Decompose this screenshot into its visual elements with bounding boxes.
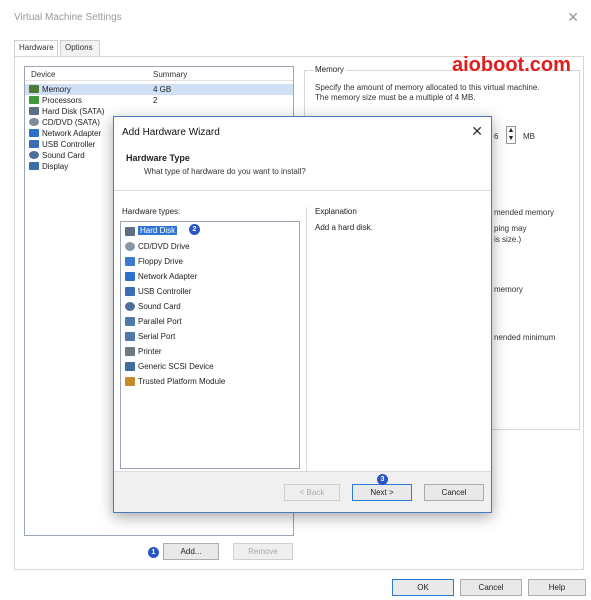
column-device[interactable]: Device (31, 70, 55, 79)
hardware-type-label: Printer (138, 347, 162, 356)
tab-hardware[interactable]: Hardware (14, 40, 58, 57)
memory-spinner-arrows[interactable]: ▲ ▼ (506, 126, 516, 144)
wizard-subheading: What type of hardware do you want to ins… (144, 167, 306, 176)
device-summary: 2 (153, 96, 158, 105)
hardware-type-label: Generic SCSI Device (138, 362, 214, 371)
cd-dvd-icon (125, 242, 135, 251)
usb-icon (125, 287, 135, 296)
title-bar: Virtual Machine Settings ✕ (0, 0, 591, 34)
vm-settings-window: Virtual Machine Settings ✕ Hardware Opti… (0, 0, 591, 600)
explanation-text: Add a hard disk. (315, 223, 373, 232)
explanation-panel: Explanation Add a hard disk. (306, 207, 486, 471)
processor-icon (29, 96, 39, 104)
close-icon[interactable]: ✕ (567, 9, 579, 26)
hardware-type-label: Network Adapter (138, 272, 198, 281)
device-name: Display (42, 162, 69, 171)
display-icon (29, 162, 39, 170)
device-name: USB Controller (42, 140, 96, 149)
wizard-header: Hardware Type What type of hardware do y… (114, 145, 491, 191)
memory-legend: Memory (313, 65, 346, 74)
memory-fragment-4: memory (494, 285, 523, 294)
add-device-button[interactable]: Add... (163, 543, 219, 560)
memory-fragment-2: ping may (494, 224, 527, 233)
add-hardware-wizard-dialog: Add Hardware Wizard ✕ Hardware Type What… (113, 116, 492, 513)
ok-button[interactable]: OK (392, 579, 454, 596)
memory-spinner-value[interactable]: 6 (494, 132, 498, 141)
memory-unit-label: MB (523, 132, 535, 141)
hardware-type-label: Trusted Platform Module (138, 377, 226, 386)
next-button[interactable]: Next > (352, 484, 412, 501)
device-name: CD/DVD (SATA) (42, 118, 100, 127)
memory-description: Specify the amount of memory allocated t… (315, 83, 540, 102)
device-name: Memory (42, 85, 71, 94)
sound-card-icon (125, 302, 135, 311)
cd-dvd-icon (29, 118, 39, 126)
hardware-types-list[interactable]: Hard Disk CD/DVD Drive Floppy Drive Netw… (120, 221, 300, 469)
tab-options[interactable]: Options (60, 40, 100, 56)
remove-device-button[interactable]: Remove (233, 543, 293, 560)
cancel-button[interactable]: Cancel (460, 579, 522, 596)
usb-icon (29, 140, 39, 148)
hardware-type-label: Sound Card (138, 302, 181, 311)
network-adapter-icon (125, 272, 135, 281)
device-name: Processors (42, 96, 83, 105)
hard-disk-icon (29, 107, 39, 115)
hard-disk-icon (125, 227, 135, 236)
wizard-title: Add Hardware Wizard (122, 127, 220, 138)
hardware-type-label: CD/DVD Drive (138, 242, 190, 251)
device-name: Network Adapter (42, 129, 102, 138)
device-name: Hard Disk (SATA) (42, 107, 105, 116)
hardware-type-label: USB Controller (138, 287, 192, 296)
sound-card-icon (29, 151, 39, 159)
watermark-text: aioboot.com (452, 54, 571, 76)
hardware-type-label: Floppy Drive (138, 257, 183, 266)
step-badge-3: 3 (377, 474, 388, 485)
hardware-type-label: Hard Disk (138, 226, 178, 235)
scsi-icon (125, 362, 135, 371)
step-badge-1: 1 (148, 547, 159, 558)
floppy-icon (125, 257, 135, 266)
device-row-processors[interactable]: Processors 2 (25, 95, 293, 106)
serial-port-icon (125, 332, 135, 341)
parallel-port-icon (125, 317, 135, 326)
help-button[interactable]: Help (528, 579, 586, 596)
memory-icon (29, 85, 39, 93)
printer-icon (125, 347, 135, 356)
wizard-heading: Hardware Type (126, 153, 190, 163)
network-adapter-icon (29, 129, 39, 137)
tpm-icon (125, 377, 135, 386)
device-list-header: Device Summary (25, 67, 293, 81)
memory-fragment-1: mended memory (494, 208, 555, 217)
wizard-footer: < Back Next > Cancel (114, 471, 491, 512)
step-badge-2: 2 (189, 224, 200, 235)
wizard-cancel-button[interactable]: Cancel (424, 484, 484, 501)
hardware-types-label: Hardware types: (122, 207, 181, 216)
hardware-type-label: Serial Port (138, 332, 176, 341)
back-button[interactable]: < Back (284, 484, 340, 501)
device-row-memory[interactable]: Memory 4 GB (25, 84, 293, 95)
device-summary: 4 GB (153, 85, 172, 94)
window-title: Virtual Machine Settings (14, 12, 122, 23)
column-summary[interactable]: Summary (153, 70, 187, 79)
wizard-close-icon[interactable]: ✕ (471, 123, 483, 140)
device-name: Sound Card (42, 151, 85, 160)
memory-fragment-5: nended minimum (494, 333, 556, 342)
memory-fragment-3: is size.) (494, 235, 522, 244)
explanation-label: Explanation (315, 207, 357, 216)
hardware-type-label: Parallel Port (138, 317, 182, 326)
